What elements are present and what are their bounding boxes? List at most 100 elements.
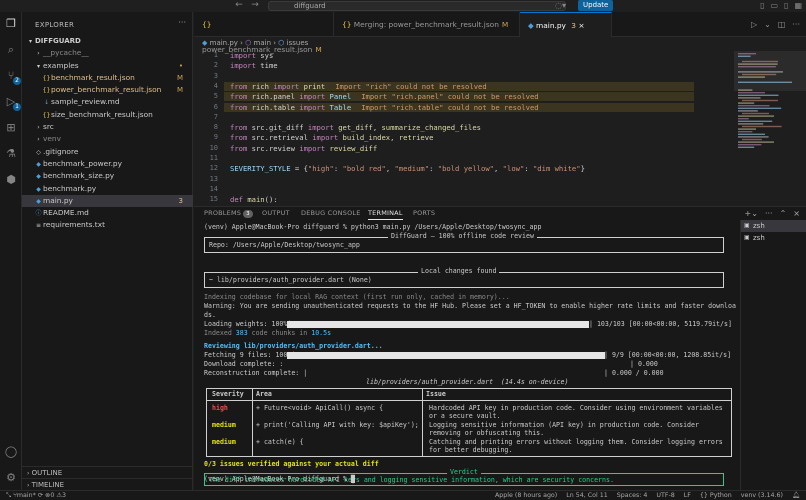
testing-icon[interactable]: ⚗: [3, 146, 19, 162]
timeline-section[interactable]: › TIMELINE: [22, 478, 193, 490]
search-text: diffguard: [294, 2, 326, 10]
tab-merging[interactable]: {} Merging: power_benchmark_result.json M: [334, 12, 520, 37]
code-editor[interactable]: 1 import sys 2 import time 3 4 from rich impor…: [194, 51, 734, 206]
more-actions-icon[interactable]: ···: [765, 207, 773, 220]
account-icon[interactable]: ◯: [3, 444, 19, 460]
tree-item[interactable]: ◇ .gitignore: [22, 146, 193, 158]
terminal-output[interactable]: (venv) Apple@MacBook-Pro diffguard % pyt…: [194, 220, 740, 491]
tree-item[interactable]: › venv: [22, 133, 193, 145]
remote-icon[interactable]: ⤡: [6, 492, 11, 499]
indentation[interactable]: Spaces: 4: [617, 491, 648, 500]
tree-item-status: 3: [178, 196, 183, 205]
minimap-line: [738, 94, 779, 96]
bell-icon[interactable]: 🔔︎: [792, 491, 800, 500]
error-count[interactable]: 0: [50, 492, 54, 499]
tab-debug-console[interactable]: DEBUG CONSOLE: [301, 207, 361, 220]
chevron-down-icon[interactable]: ⌄: [764, 12, 771, 37]
extensions-icon[interactable]: ⊞: [3, 120, 19, 136]
reviewing-line: Reviewing lib/providers/auth_provider.da…: [204, 342, 383, 350]
maximize-panel-icon[interactable]: ⌃: [780, 207, 787, 220]
tree-item[interactable]: ◆ benchmark_power.py: [22, 158, 193, 170]
warning-count[interactable]: 3: [62, 492, 66, 499]
line-number: 13: [209, 174, 218, 183]
cursor-position[interactable]: Ln 54, Col 11: [566, 491, 608, 500]
run-debug-icon[interactable]: ▷ 1: [3, 94, 21, 111]
update-button[interactable]: Update: [578, 0, 614, 11]
language-mode[interactable]: {} Python: [700, 491, 732, 500]
python-interpreter[interactable]: venv (3.14.6): [741, 491, 783, 500]
branch-name[interactable]: main*: [17, 492, 36, 499]
tree-item[interactable]: ◆ benchmark_size.py: [22, 170, 193, 182]
tree-item-label: benchmark_size.py: [43, 171, 115, 181]
tab-power-benchmark[interactable]: {} power_benchmark_result.json M: [194, 12, 334, 54]
tab-main-py[interactable]: ◆ main.py 3 ×: [520, 12, 612, 37]
breadcrumb-function[interactable]: main: [254, 39, 272, 47]
search-icon[interactable]: ⌕: [3, 42, 19, 58]
tab-problems[interactable]: PROBLEMS 3: [204, 207, 253, 220]
end-of-line[interactable]: LF: [684, 491, 691, 500]
toggle-secondary-sidebar-icon[interactable]: ▯: [784, 0, 788, 12]
python-icon[interactable]: ⬢: [3, 172, 19, 188]
explorer-sidebar: EXPLORER ··· ▾ DIFFGUARD › __pycache__ ▾ exa…: [22, 12, 193, 490]
tree-item[interactable]: › __pycache__: [22, 47, 193, 59]
code-text: import sys: [230, 51, 274, 60]
variable-icon: ⬡: [278, 39, 285, 47]
tree-item[interactable]: {}benchmark_result.json M: [22, 72, 193, 84]
tree-item[interactable]: ◆ benchmark.py: [22, 183, 193, 195]
explorer-icon[interactable]: ❐: [3, 16, 19, 32]
back-arrow-icon[interactable]: ←: [232, 0, 246, 10]
source-control-icon[interactable]: ⑂ 2: [3, 68, 21, 85]
encoding[interactable]: UTF-8: [656, 491, 674, 500]
download-label: Download complete: :: [204, 360, 284, 368]
toggle-panel-icon[interactable]: ▭: [770, 0, 778, 12]
close-icon[interactable]: ×: [793, 207, 800, 220]
forward-arrow-icon[interactable]: →: [248, 0, 262, 10]
more-actions-icon[interactable]: ···: [178, 18, 186, 27]
breadcrumb-variable[interactable]: issues: [287, 39, 309, 47]
session-label: zsh: [753, 222, 765, 230]
sync-icon[interactable]: ⟳: [38, 492, 43, 499]
layout-icon[interactable]: ▦: [794, 0, 802, 12]
chevron-right-icon: ›: [27, 482, 30, 489]
minimap-slider[interactable]: [734, 51, 806, 91]
table-header-severity: Severity: [212, 390, 244, 398]
minimap-line: [742, 125, 782, 128]
tab-terminal[interactable]: TERMINAL: [368, 207, 403, 220]
tab-ports[interactable]: PORTS: [413, 207, 435, 220]
code-line: from rich import print Import "rich" coul…: [224, 81, 694, 91]
minimap-line: [738, 102, 755, 104]
close-icon[interactable]: ×: [578, 21, 584, 30]
tree-root[interactable]: ▾ DIFFGUARD: [22, 35, 193, 47]
tree-item[interactable]: ↓ sample_review.md: [22, 96, 193, 108]
terminal-icon: ▣: [744, 234, 750, 241]
git-blame[interactable]: Apple (8 hours ago): [495, 491, 557, 500]
terminal-session-zsh[interactable]: ▣ zsh: [741, 232, 806, 244]
command-center-search[interactable]: diffguard: [268, 1, 566, 11]
tree-item[interactable]: {}size_benchmark_result.json: [22, 109, 193, 121]
code-text: SEVERITY_STYLE = {"high": "bold red", "m…: [230, 164, 585, 174]
tab-output[interactable]: OUTPUT: [262, 207, 290, 220]
settings-gear-icon[interactable]: ⚙: [3, 470, 19, 486]
more-actions-icon[interactable]: ···: [792, 12, 800, 37]
tree-item[interactable]: ▾ examples •: [22, 60, 193, 72]
minimap-line: [738, 105, 770, 107]
tree-item[interactable]: {}power_benchmark_result.json M: [22, 84, 193, 96]
split-editor-icon[interactable]: ◫: [778, 12, 786, 37]
tree-item[interactable]: ◆ main.py 3: [22, 194, 193, 208]
changes-title: Local changes found: [418, 267, 500, 276]
run-icon[interactable]: ▷: [751, 12, 757, 37]
terminal-prompt[interactable]: (venv) Apple@MacBook-Pro diffguard % █: [204, 475, 355, 483]
tree-item-label: benchmark.py: [43, 183, 97, 193]
new-terminal-icon[interactable]: +⌄: [745, 207, 758, 220]
tree-item[interactable]: ⓘ README.md: [22, 207, 193, 219]
terminal-session-zsh[interactable]: ▣ zsh: [741, 220, 806, 232]
tree-item-label: benchmark_result.json: [51, 72, 135, 82]
outline-section[interactable]: › OUTLINE: [22, 466, 193, 478]
breadcrumb-file[interactable]: main.py: [210, 39, 238, 47]
tree-item[interactable]: › src: [22, 121, 193, 133]
tree-item[interactable]: ≡ requirements.txt: [22, 219, 193, 231]
minimap[interactable]: [734, 51, 806, 206]
line-number: 5: [213, 92, 218, 101]
copilot-icon[interactable]: ◌▾: [555, 0, 566, 12]
toggle-sidebar-icon[interactable]: ▯: [760, 0, 764, 12]
